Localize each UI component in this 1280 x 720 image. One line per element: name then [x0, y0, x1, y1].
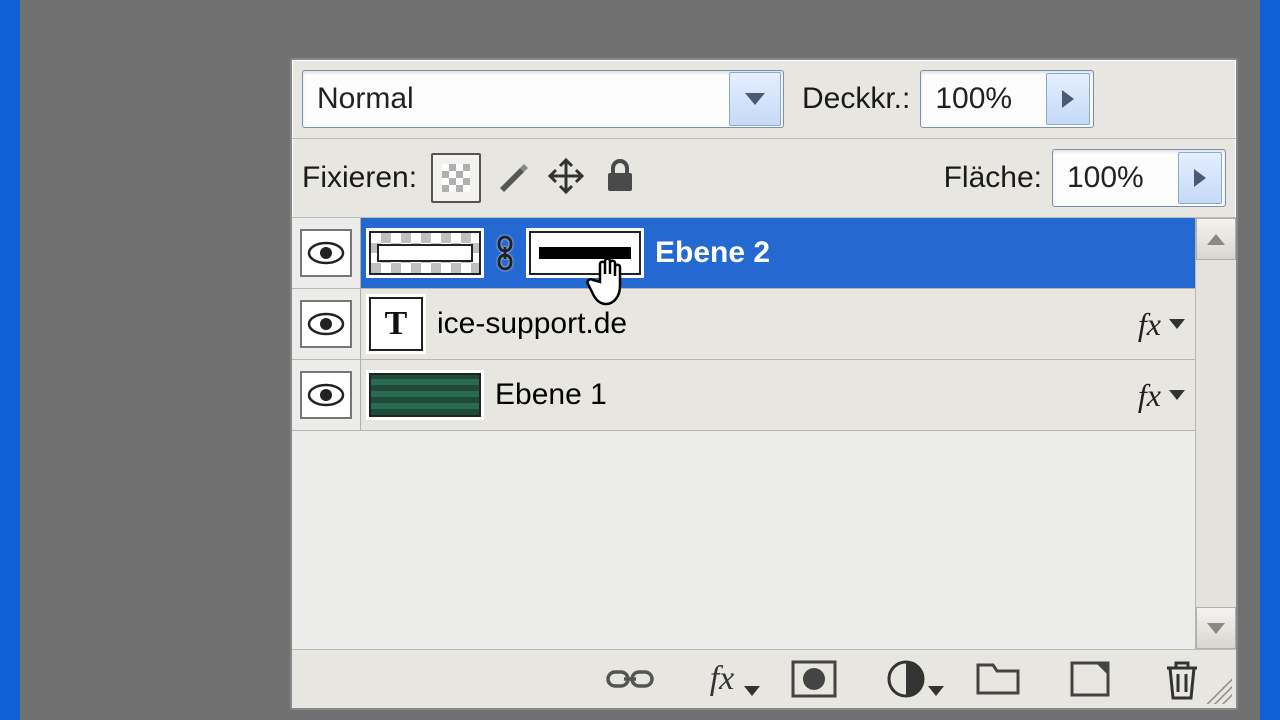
layers-panel: Normal Deckkr.: 100% Fixieren: [290, 58, 1238, 710]
scrollbar[interactable] [1195, 218, 1236, 649]
scroll-up-button[interactable] [1196, 218, 1236, 260]
delete-layer-button[interactable] [1158, 658, 1206, 700]
lock-label: Fixieren: [302, 161, 417, 195]
chevron-down-icon[interactable] [729, 72, 781, 126]
text-layer-thumbnail[interactable]: T [369, 297, 423, 351]
visibility-toggle[interactable] [300, 300, 352, 348]
panel-bottom-bar: fx [292, 649, 1236, 708]
layer-row-ice-support[interactable]: T ice-support.de fx [292, 289, 1195, 360]
lock-fill-row: Fixieren: Fläche: 100% [292, 139, 1236, 218]
chevron-down-icon [928, 686, 944, 696]
chevron-down-icon [744, 686, 760, 696]
chevron-down-icon [1169, 390, 1185, 400]
fill-flyout-icon[interactable] [1178, 152, 1222, 204]
layer-thumbnail[interactable] [369, 373, 481, 417]
visibility-toggle[interactable] [300, 371, 352, 419]
layer-fx-indicator[interactable]: fx [1138, 306, 1185, 343]
layer-row-ebene-1[interactable]: Ebene 1 fx [292, 360, 1195, 431]
fill-label: Fläche: [944, 161, 1042, 195]
scroll-down-button[interactable] [1196, 607, 1236, 649]
layer-list: Ebene 2 T ice-support.de fx [292, 218, 1195, 649]
blend-mode-value: Normal [303, 82, 727, 116]
lock-pixels-icon[interactable] [489, 153, 535, 199]
blend-mode-dropdown[interactable]: Normal [302, 70, 784, 128]
visibility-toggle[interactable] [300, 229, 352, 277]
layer-fx-indicator[interactable]: fx [1138, 377, 1185, 414]
layer-row-ebene-2[interactable]: Ebene 2 [292, 218, 1195, 289]
layer-name-label: ice-support.de [437, 307, 627, 341]
chevron-down-icon [1169, 319, 1185, 329]
layer-name-label: Ebene 1 [495, 378, 607, 412]
opacity-value: 100% [921, 82, 1043, 116]
link-mask-icon[interactable] [495, 235, 515, 271]
lock-position-icon[interactable] [543, 153, 589, 199]
fill-input[interactable]: 100% [1052, 149, 1226, 207]
eye-icon [307, 383, 345, 407]
new-layer-button[interactable] [1066, 658, 1114, 700]
eye-icon [307, 312, 345, 336]
layer-list-area: Ebene 2 T ice-support.de fx [292, 218, 1236, 649]
layer-list-empty [292, 431, 1195, 649]
adjustment-layer-button[interactable] [882, 658, 930, 700]
lock-all-icon[interactable] [597, 153, 643, 199]
blend-opacity-row: Normal Deckkr.: 100% [292, 60, 1236, 139]
lock-buttons-group [431, 153, 643, 203]
layer-thumbnail[interactable] [369, 231, 481, 275]
opacity-flyout-icon[interactable] [1046, 73, 1090, 125]
link-layers-button[interactable] [606, 658, 654, 700]
add-mask-button[interactable] [790, 658, 838, 700]
fx-icon: fx [1138, 306, 1161, 343]
new-group-button[interactable] [974, 658, 1022, 700]
fx-button[interactable]: fx [698, 658, 746, 700]
opacity-label: Deckkr.: [802, 82, 910, 116]
opacity-input[interactable]: 100% [920, 70, 1094, 128]
fx-icon: fx [1138, 377, 1161, 414]
eye-icon [307, 241, 345, 265]
lock-transparency-icon[interactable] [431, 153, 481, 203]
fill-value: 100% [1053, 161, 1175, 195]
mask-thumbnail[interactable] [529, 231, 641, 275]
layer-name-label: Ebene 2 [655, 236, 770, 270]
resize-grip[interactable] [1206, 678, 1232, 704]
